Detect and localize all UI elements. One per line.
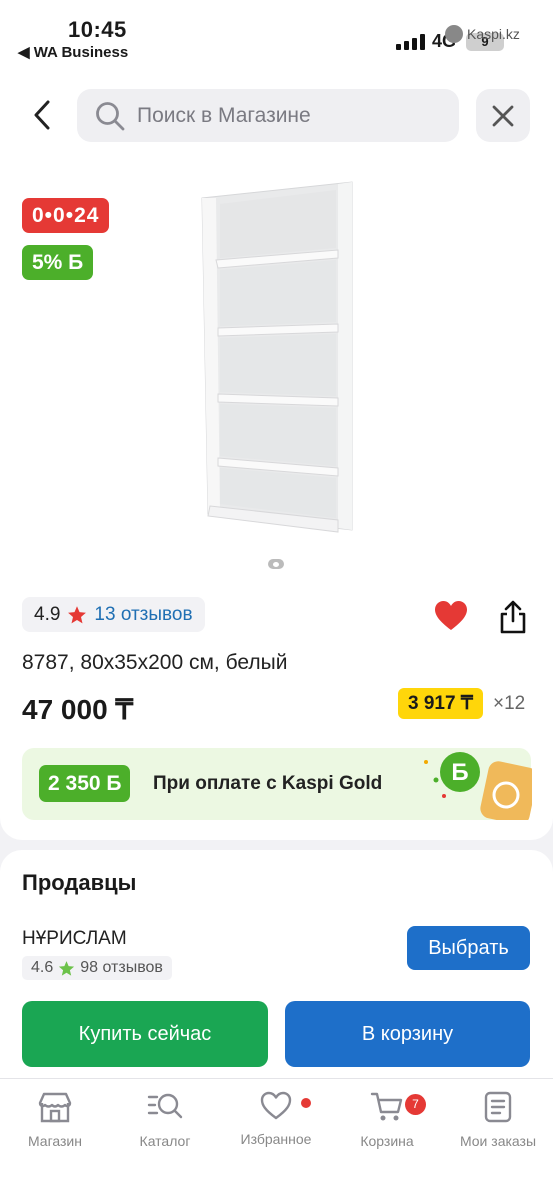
status-time: 10:45 <box>68 17 127 42</box>
kaspi-gold-promo-banner[interactable]: 2 350 Б При оплате с Kaspi Gold Б <box>22 748 532 820</box>
star-icon <box>59 960 75 976</box>
product-price: 47 000 ₸ <box>22 694 134 725</box>
buy-now-button[interactable]: Купить сейчас <box>22 1001 268 1067</box>
seller-rating-pill: 4.6 98 отзывов <box>22 956 172 980</box>
heart-outline-icon <box>260 1091 292 1120</box>
product-card: 0•0•24 5% Б 4.9 13 отзывов 8787, 80x35x2… <box>0 168 553 840</box>
product-title: 8787, 80x35x200 см, белый <box>22 651 288 674</box>
catalog-search-icon <box>147 1093 183 1119</box>
installment-price-badge: 3 917 ₸ <box>398 688 483 719</box>
back-to-app-link[interactable]: ◀ WA Business <box>18 43 128 61</box>
search-bar[interactable] <box>77 89 459 142</box>
promo-text: При оплате с Kaspi Gold <box>153 773 383 794</box>
cart-count-badge: 7 <box>405 1094 426 1115</box>
star-icon <box>68 605 87 623</box>
tab-label: Избранное <box>240 1131 312 1147</box>
tab-shop[interactable]: Магазин <box>0 1091 110 1149</box>
promo-bonus-badge: 2 350 Б <box>39 765 131 802</box>
product-image[interactable] <box>190 176 370 548</box>
add-to-cart-button[interactable]: В корзину <box>285 1001 530 1067</box>
header <box>0 68 553 168</box>
watermark: Kaspi.kz <box>445 25 520 43</box>
tab-catalog[interactable]: Каталог <box>110 1091 220 1149</box>
tab-label: Корзина <box>360 1133 414 1149</box>
chevron-left-icon <box>34 100 50 130</box>
installment-multiplier: ×12 <box>493 693 526 714</box>
store-icon <box>38 1092 72 1123</box>
search-icon <box>96 101 125 130</box>
reviews-link[interactable]: 13 отзывов <box>94 604 192 626</box>
watermark-text: Kaspi.kz <box>467 26 520 42</box>
promo-timer-badge: 0•0•24 <box>22 198 110 233</box>
status-bar: 10:45 ◀ WA Business 4G 9 Kaspi.kz <box>0 0 553 68</box>
bonus-badge: 5% Б <box>22 245 94 280</box>
tab-label: Мои заказы <box>459 1133 537 1149</box>
rating-value: 4.9 <box>34 603 61 625</box>
search-input[interactable] <box>137 103 437 128</box>
kaspi-gold-card-icon: Б <box>424 752 532 820</box>
tab-cart[interactable]: 7 Корзина <box>332 1091 442 1149</box>
back-button[interactable] <box>22 90 62 140</box>
orders-document-icon <box>484 1091 512 1123</box>
tab-label: Магазин <box>27 1133 82 1149</box>
share-icon[interactable] <box>496 599 530 635</box>
close-button[interactable] <box>476 89 530 142</box>
seller-rating-value: 4.6 <box>31 959 54 976</box>
image-pager-dots[interactable] <box>268 559 284 569</box>
svg-text:Б: Б <box>451 759 468 786</box>
cart-icon <box>370 1092 403 1121</box>
bottom-tab-bar: Магазин Каталог Избранное 7 Корзина Мои … <box>0 1078 553 1200</box>
seller-name[interactable]: НҰРИСЛАМ <box>22 928 127 950</box>
watermark-logo-icon <box>445 25 463 43</box>
tab-orders[interactable]: Мои заказы <box>443 1091 553 1149</box>
seller-reviews: 98 отзывов <box>80 959 163 976</box>
close-icon <box>492 105 514 126</box>
tab-favorites[interactable]: Избранное <box>221 1091 331 1147</box>
cellular-signal-icon <box>396 34 426 50</box>
rating-pill[interactable]: 4.9 13 отзывов <box>22 597 205 632</box>
favorites-notification-dot <box>301 1098 311 1108</box>
tab-label: Каталог <box>139 1133 191 1149</box>
choose-seller-button[interactable]: Выбрать <box>407 926 530 970</box>
sellers-heading: Продавцы <box>22 870 137 895</box>
favorite-heart-icon[interactable] <box>434 600 468 632</box>
